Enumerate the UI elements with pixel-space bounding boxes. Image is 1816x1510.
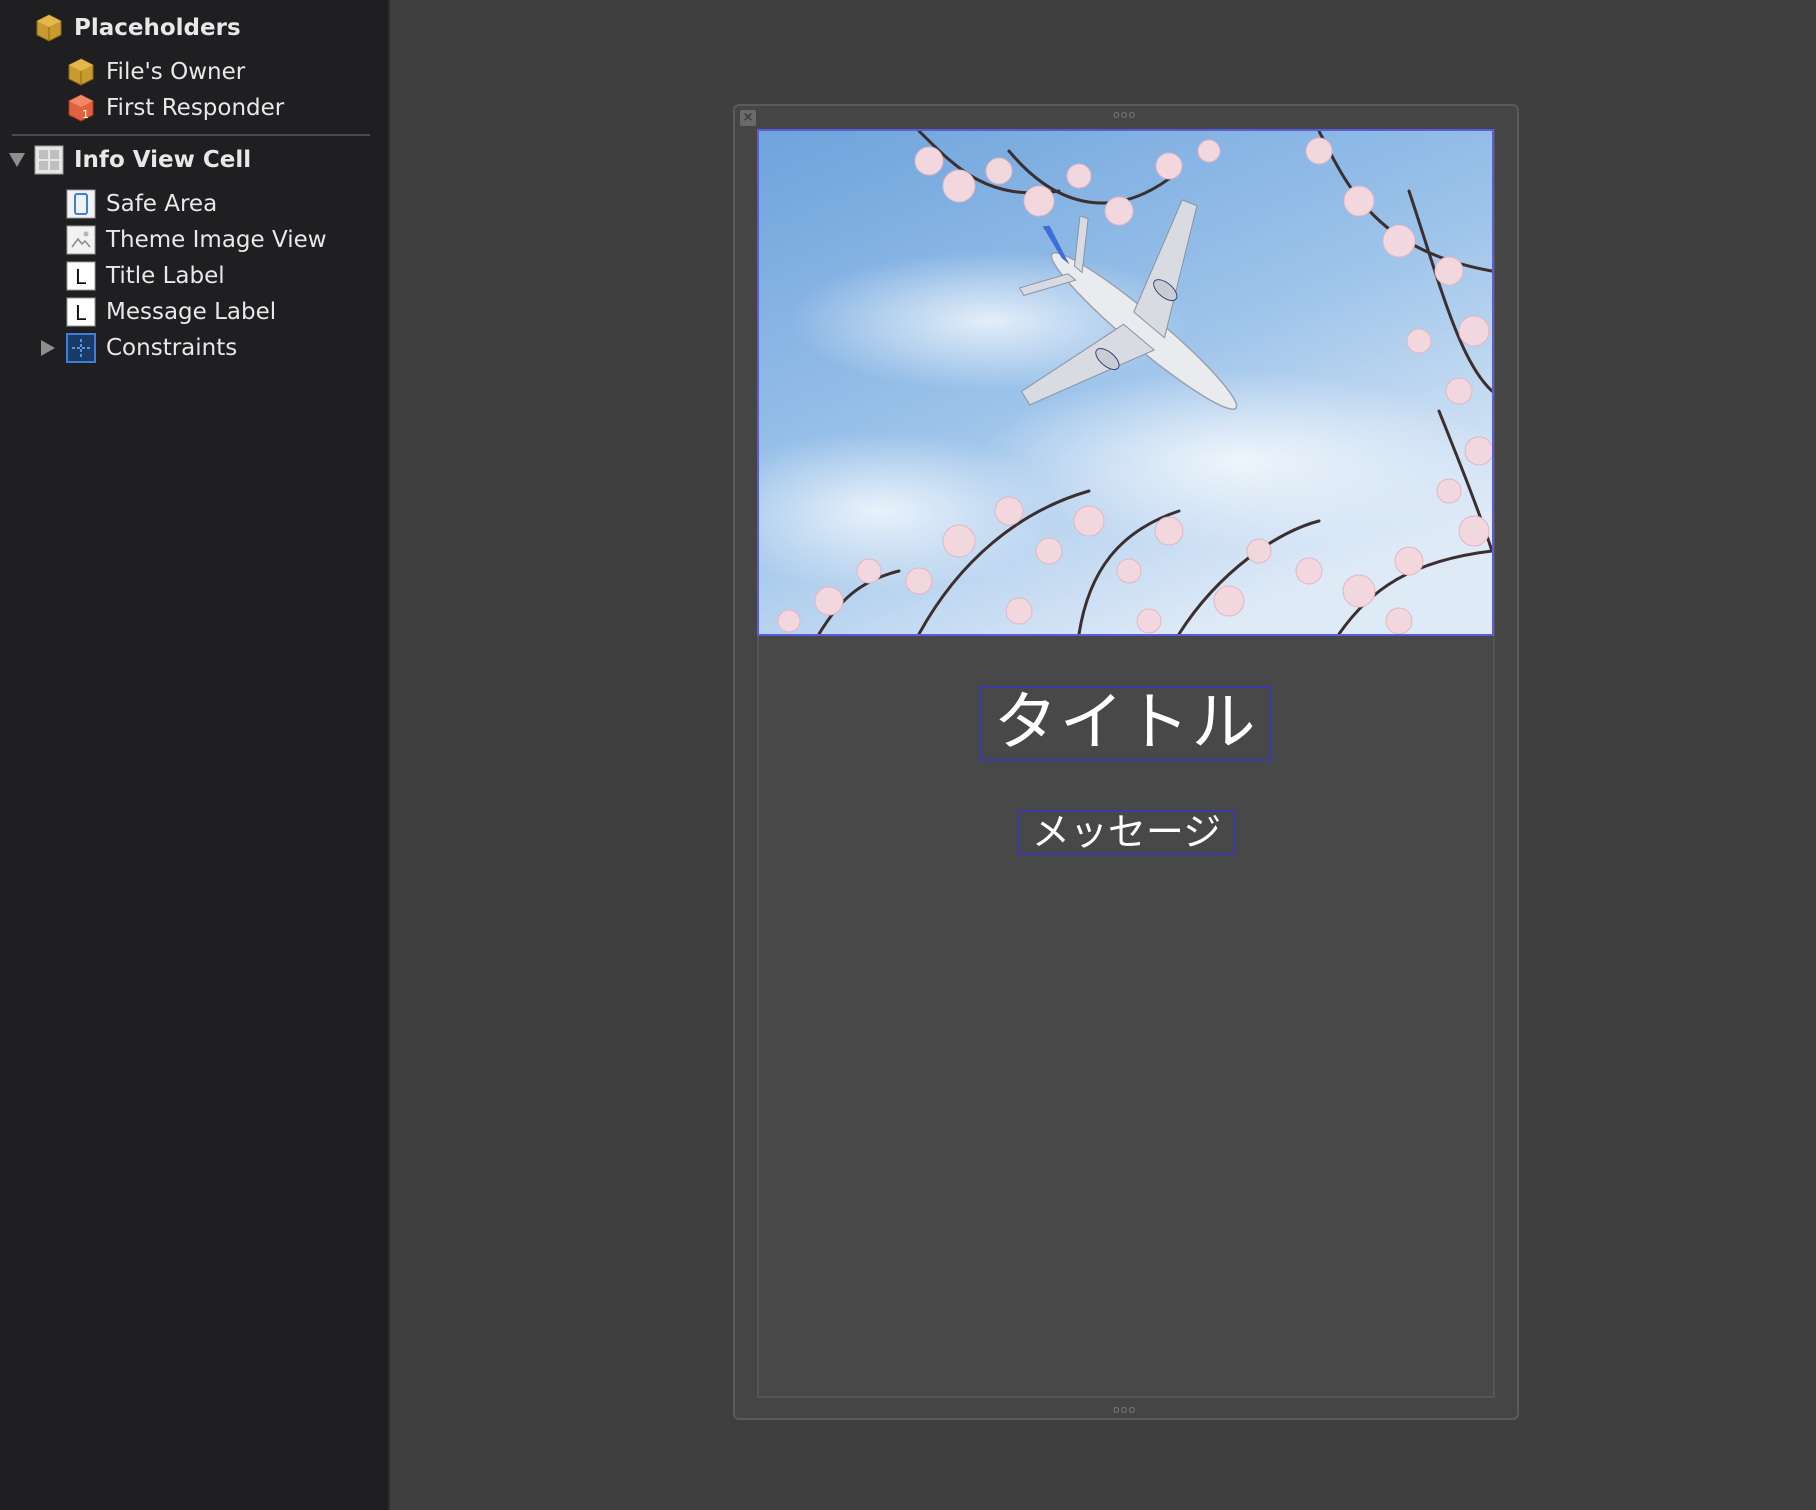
outline-item-label: Safe Area	[106, 191, 218, 217]
cube-icon	[68, 58, 94, 86]
constraints-icon	[66, 333, 96, 363]
outline-divider	[12, 134, 370, 136]
disclosure-expanded-icon[interactable]	[8, 152, 26, 168]
outline-item-label: Message Label	[106, 299, 277, 325]
outline-item-label: First Responder	[106, 95, 285, 121]
outline-item-info-view-cell[interactable]: Info View Cell	[34, 143, 251, 177]
svg-text:1: 1	[82, 108, 89, 121]
outline-item-theme-image-view[interactable]: Theme Image View	[66, 223, 327, 257]
resize-handle-bottom[interactable]: ooo	[1113, 1403, 1136, 1416]
title-label[interactable]: タイトル	[980, 686, 1271, 761]
outline-item-first-responder[interactable]: 1 First Responder	[66, 91, 284, 125]
outline-item-label: Placeholders	[74, 15, 241, 41]
outline-item-placeholders[interactable]: Placeholders	[34, 11, 241, 45]
outline-item-label: Info View Cell	[74, 147, 252, 173]
outline-item-label: Theme Image View	[106, 227, 327, 253]
resize-handle-top[interactable]: ooo	[1113, 108, 1136, 121]
outline-item-label: Constraints	[106, 335, 238, 361]
message-label[interactable]: メッセージ	[1017, 810, 1236, 855]
label-icon: L	[66, 261, 96, 291]
outline-item-title-label[interactable]: L Title Label	[66, 259, 225, 293]
svg-text:L: L	[75, 265, 87, 289]
label-icon: L	[66, 297, 96, 327]
theme-image-view[interactable]	[757, 129, 1494, 636]
outline-item-files-owner[interactable]: File's Owner	[66, 55, 245, 89]
outline-item-message-label[interactable]: L Message Label	[66, 295, 276, 329]
first-responder-icon: 1	[68, 94, 94, 122]
table-cell-icon	[34, 145, 64, 175]
image-view-icon	[66, 225, 96, 255]
safe-area-icon	[66, 189, 96, 219]
outline-item-label: File's Owner	[106, 59, 246, 85]
outline-item-label: Title Label	[106, 263, 225, 289]
outline-item-safe-area[interactable]: Safe Area	[66, 187, 217, 221]
close-icon[interactable]: ×	[740, 110, 756, 126]
theme-image	[759, 131, 1492, 634]
outline-item-constraints[interactable]: Constraints	[66, 331, 237, 365]
cube-icon	[36, 14, 62, 42]
disclosure-collapsed-icon[interactable]	[40, 339, 56, 357]
document-outline: Placeholders File's Owner 1 First Respon…	[0, 0, 390, 1510]
svg-text:L: L	[75, 301, 87, 325]
